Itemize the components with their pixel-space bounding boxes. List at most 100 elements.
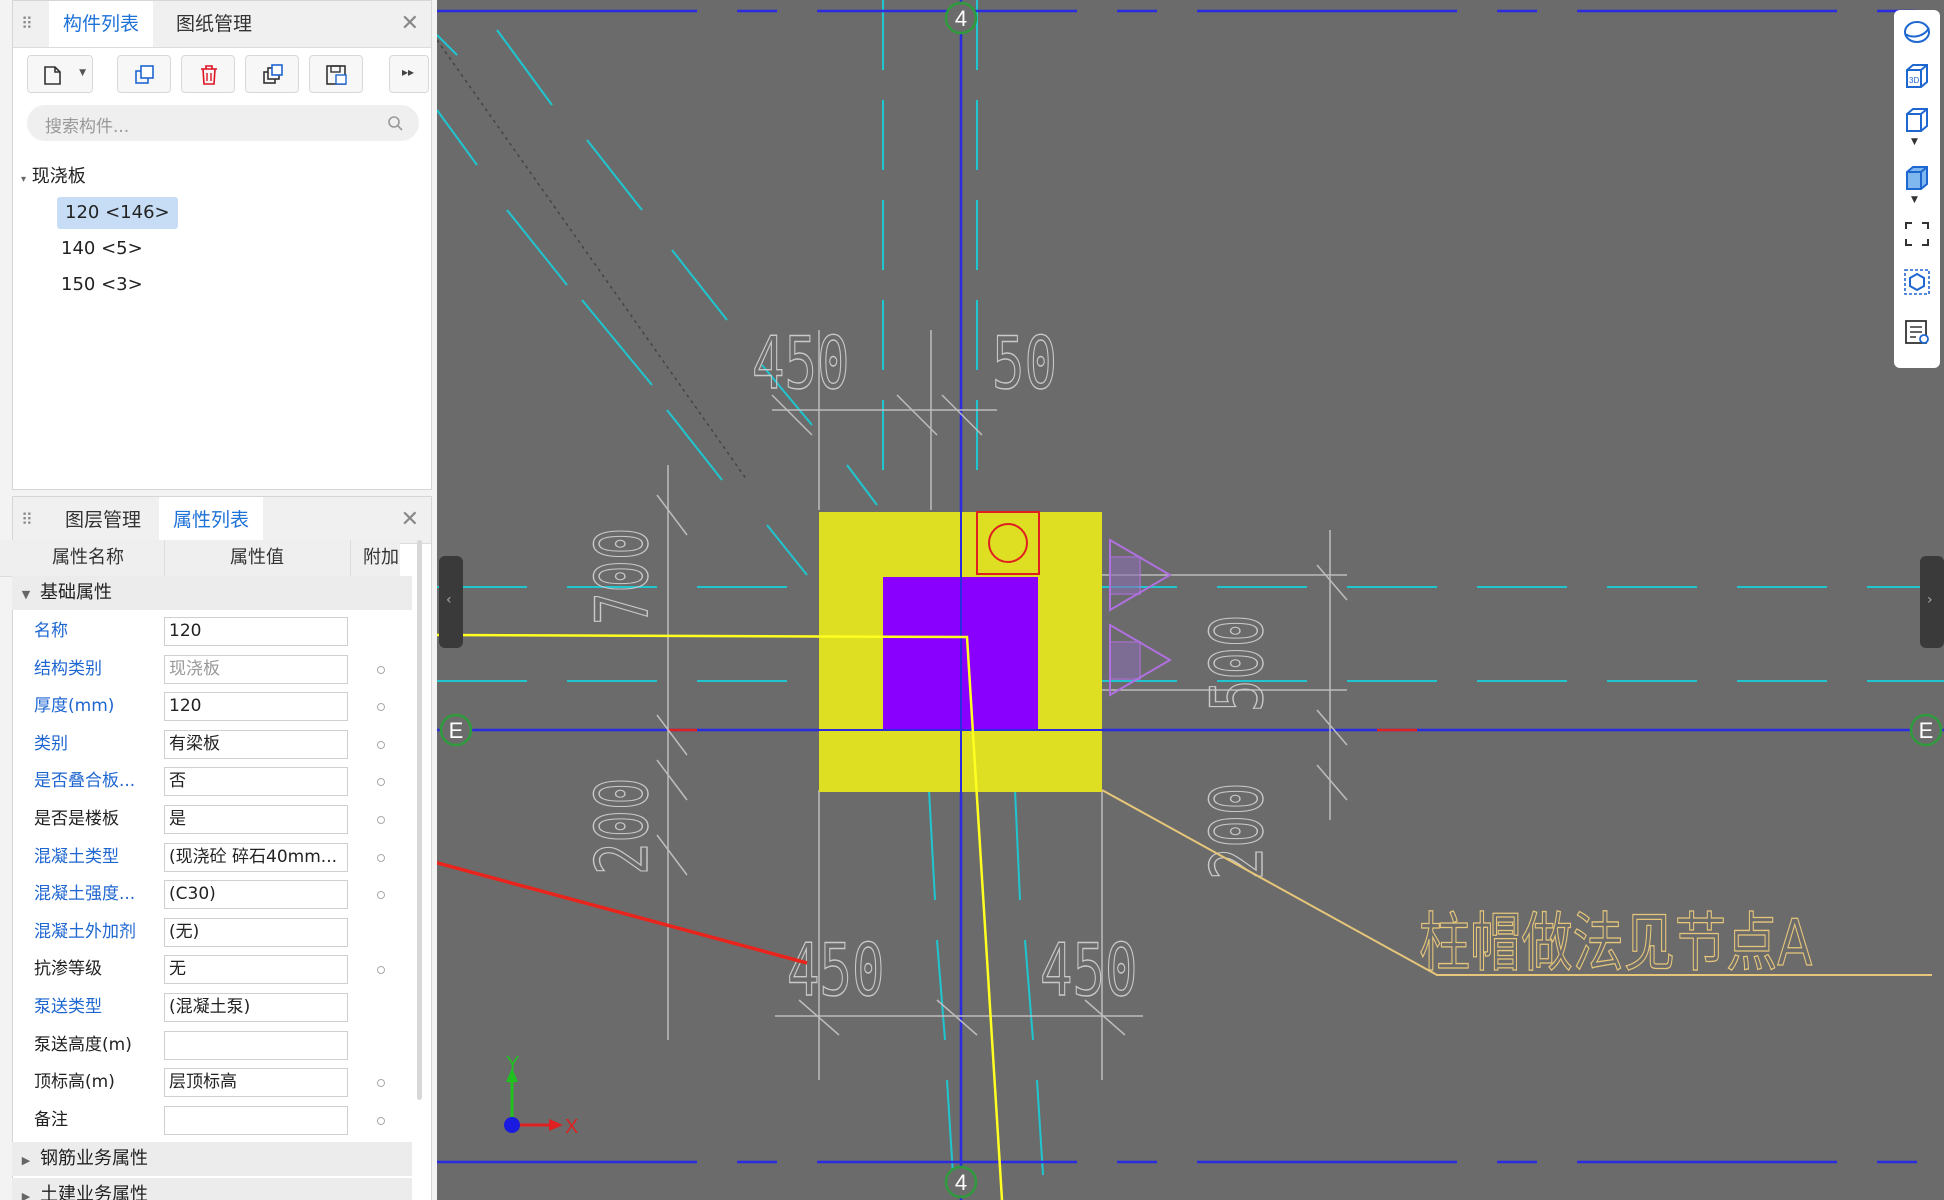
- duplicate-button[interactable]: [245, 55, 299, 93]
- tree-root[interactable]: ▾ 现浇板: [21, 161, 86, 193]
- section-rebar-properties[interactable]: ▶ 钢筋业务属性: [12, 1142, 412, 1176]
- property-value-field[interactable]: (C30): [164, 880, 348, 910]
- tree-item[interactable]: 140 <5>: [61, 233, 143, 265]
- cad-drawing[interactable]: 450 50 700 200 500 200 450 450 柱帽做法见节点A …: [437, 0, 1944, 1200]
- cyan-lower-lines: [928, 789, 1044, 1176]
- property-value-field[interactable]: 否: [164, 767, 348, 797]
- property-name: 名称: [34, 621, 68, 641]
- property-value-field[interactable]: 有梁板: [164, 729, 348, 759]
- property-panel-tabbar: ⠿ 图层管理 属性列表 ✕: [13, 497, 431, 544]
- tab-component-list[interactable]: 构件列表: [49, 1, 153, 47]
- property-value-field[interactable]: 层顶标高: [164, 1068, 348, 1098]
- section-basic-properties[interactable]: ▼ 基础属性: [12, 576, 412, 610]
- save-to-library-button[interactable]: [309, 55, 363, 93]
- caret-right-icon[interactable]: ▶: [12, 1180, 40, 1200]
- extra-indicator-icon[interactable]: [377, 778, 385, 787]
- property-value-field[interactable]: (混凝土泵): [164, 993, 348, 1022]
- property-value-field[interactable]: 120: [164, 617, 348, 646]
- property-row: 厚度(mm) 120: [12, 688, 412, 725]
- tree-item[interactable]: 120 <146>: [57, 197, 178, 229]
- extra-indicator-icon[interactable]: [377, 1116, 385, 1125]
- extra-indicator-icon[interactable]: [377, 665, 385, 674]
- y-axis-label: Y: [506, 1053, 519, 1075]
- right-collapse-handle[interactable]: ›: [1920, 556, 1944, 648]
- property-value-field[interactable]: [164, 1030, 348, 1060]
- property-value-field[interactable]: [164, 1105, 348, 1135]
- layer-display-icon[interactable]: [1903, 318, 1931, 346]
- property-name: 类别: [34, 733, 68, 754]
- tree-root-label: 现浇板: [31, 166, 86, 187]
- left-collapse-handle[interactable]: ‹: [439, 556, 463, 648]
- chevron-down-icon[interactable]: ▼: [1911, 137, 1918, 147]
- drag-handle-icon[interactable]: ⠿: [21, 12, 33, 36]
- extra-indicator-icon[interactable]: [377, 816, 385, 824]
- property-row: 混凝土外加剂 (无): [12, 914, 412, 951]
- property-name: 混凝土强度...: [34, 884, 136, 905]
- caret-down-icon[interactable]: ▾: [21, 174, 26, 185]
- extra-indicator-icon[interactable]: [377, 1079, 385, 1088]
- property-name: 泵送类型: [34, 997, 102, 1017]
- dim-450-bottom-right: 450: [1040, 929, 1138, 1013]
- drawing-canvas[interactable]: 450 50 700 200 500 200 450 450 柱帽做法见节点A …: [437, 0, 1944, 1200]
- dim-450-top: 450: [752, 322, 850, 406]
- fullscreen-icon[interactable]: [1903, 220, 1931, 248]
- property-value-field[interactable]: (无): [164, 917, 348, 947]
- extra-indicator-icon[interactable]: [377, 740, 385, 749]
- save-icon: [326, 65, 347, 85]
- close-icon[interactable]: ✕: [401, 507, 419, 532]
- property-name: 厚度(mm): [34, 696, 115, 717]
- property-value-field[interactable]: 是: [164, 805, 348, 834]
- section-label: 基础属性: [40, 582, 112, 603]
- new-component-button[interactable]: ▼: [27, 55, 93, 93]
- chevron-down-icon[interactable]: ▼: [1911, 195, 1918, 205]
- search-box[interactable]: 搜索构件...: [27, 105, 419, 141]
- column-header-extra: 附加: [363, 547, 399, 568]
- close-icon[interactable]: ✕: [401, 11, 419, 36]
- drag-handle-icon[interactable]: ⠿: [21, 508, 33, 532]
- extra-indicator-icon[interactable]: [377, 703, 385, 712]
- caret-right-icon[interactable]: ▶: [12, 1144, 40, 1178]
- tab-property-list[interactable]: 属性列表: [159, 497, 263, 543]
- svg-text:3D: 3D: [1909, 76, 1919, 85]
- caret-down-icon[interactable]: ▼: [12, 578, 40, 612]
- search-input[interactable]: 搜索构件...: [45, 112, 129, 137]
- component-icon[interactable]: [1903, 268, 1931, 296]
- dotted-line: [437, 39, 748, 481]
- extra-indicator-icon[interactable]: [377, 853, 385, 862]
- cube-view-icon[interactable]: [1903, 106, 1931, 134]
- coordinate-axes-icon: Y X: [504, 1053, 578, 1138]
- property-name: 抗渗等级: [34, 959, 102, 980]
- property-row: 是否叠合板... 否: [12, 763, 412, 800]
- left-sidebar: ⠿ 构件列表 图纸管理 ✕ ▼ ▸▸ 搜索构件... ▾ 现浇板 120 <14…: [0, 0, 437, 1200]
- chevron-down-icon[interactable]: ▼: [79, 68, 86, 78]
- axis-label-right: E: [1919, 718, 1934, 743]
- 3d-view-icon[interactable]: 3D: [1903, 62, 1931, 90]
- extra-indicator-icon[interactable]: [377, 891, 385, 900]
- tree-item[interactable]: 150 <3>: [61, 269, 143, 301]
- property-row: 是否是楼板 是: [12, 801, 412, 838]
- trash-icon: [201, 65, 217, 85]
- component-list-panel: ⠿ 构件列表 图纸管理 ✕ ▼ ▸▸ 搜索构件... ▾ 现浇板 120 <14…: [12, 0, 432, 490]
- property-value-field[interactable]: 现浇板: [164, 654, 348, 684]
- property-value-field[interactable]: (现浇砼 碎石40mm...: [164, 842, 348, 872]
- dim-500-right: 500: [1196, 614, 1280, 712]
- property-row: 名称 120: [12, 613, 412, 650]
- solid-cube-icon[interactable]: [1903, 164, 1931, 192]
- property-scrollbar[interactable]: [417, 540, 422, 1100]
- more-tools-button[interactable]: ▸▸: [389, 55, 429, 93]
- tab-drawing-management[interactable]: 图纸管理: [159, 1, 269, 47]
- property-row: 混凝土类型 (现浇砼 碎石40mm...: [12, 839, 412, 876]
- copy-icon: [135, 65, 154, 84]
- double-chevron-right-icon: ▸▸: [402, 65, 415, 79]
- property-value-field[interactable]: 无: [164, 955, 348, 985]
- search-icon: [388, 116, 403, 131]
- property-row: 备注: [12, 1102, 412, 1139]
- delete-button[interactable]: [181, 55, 235, 93]
- section-civil-properties[interactable]: ▶ 土建业务属性: [12, 1178, 412, 1200]
- property-value-field[interactable]: 120: [164, 692, 348, 722]
- tab-layer-management[interactable]: 图层管理: [49, 497, 157, 543]
- cyan-diagonal-lines: [437, 29, 878, 576]
- copy-button[interactable]: [117, 55, 171, 93]
- extra-indicator-icon[interactable]: [377, 966, 385, 975]
- orbit-icon[interactable]: [1903, 18, 1931, 46]
